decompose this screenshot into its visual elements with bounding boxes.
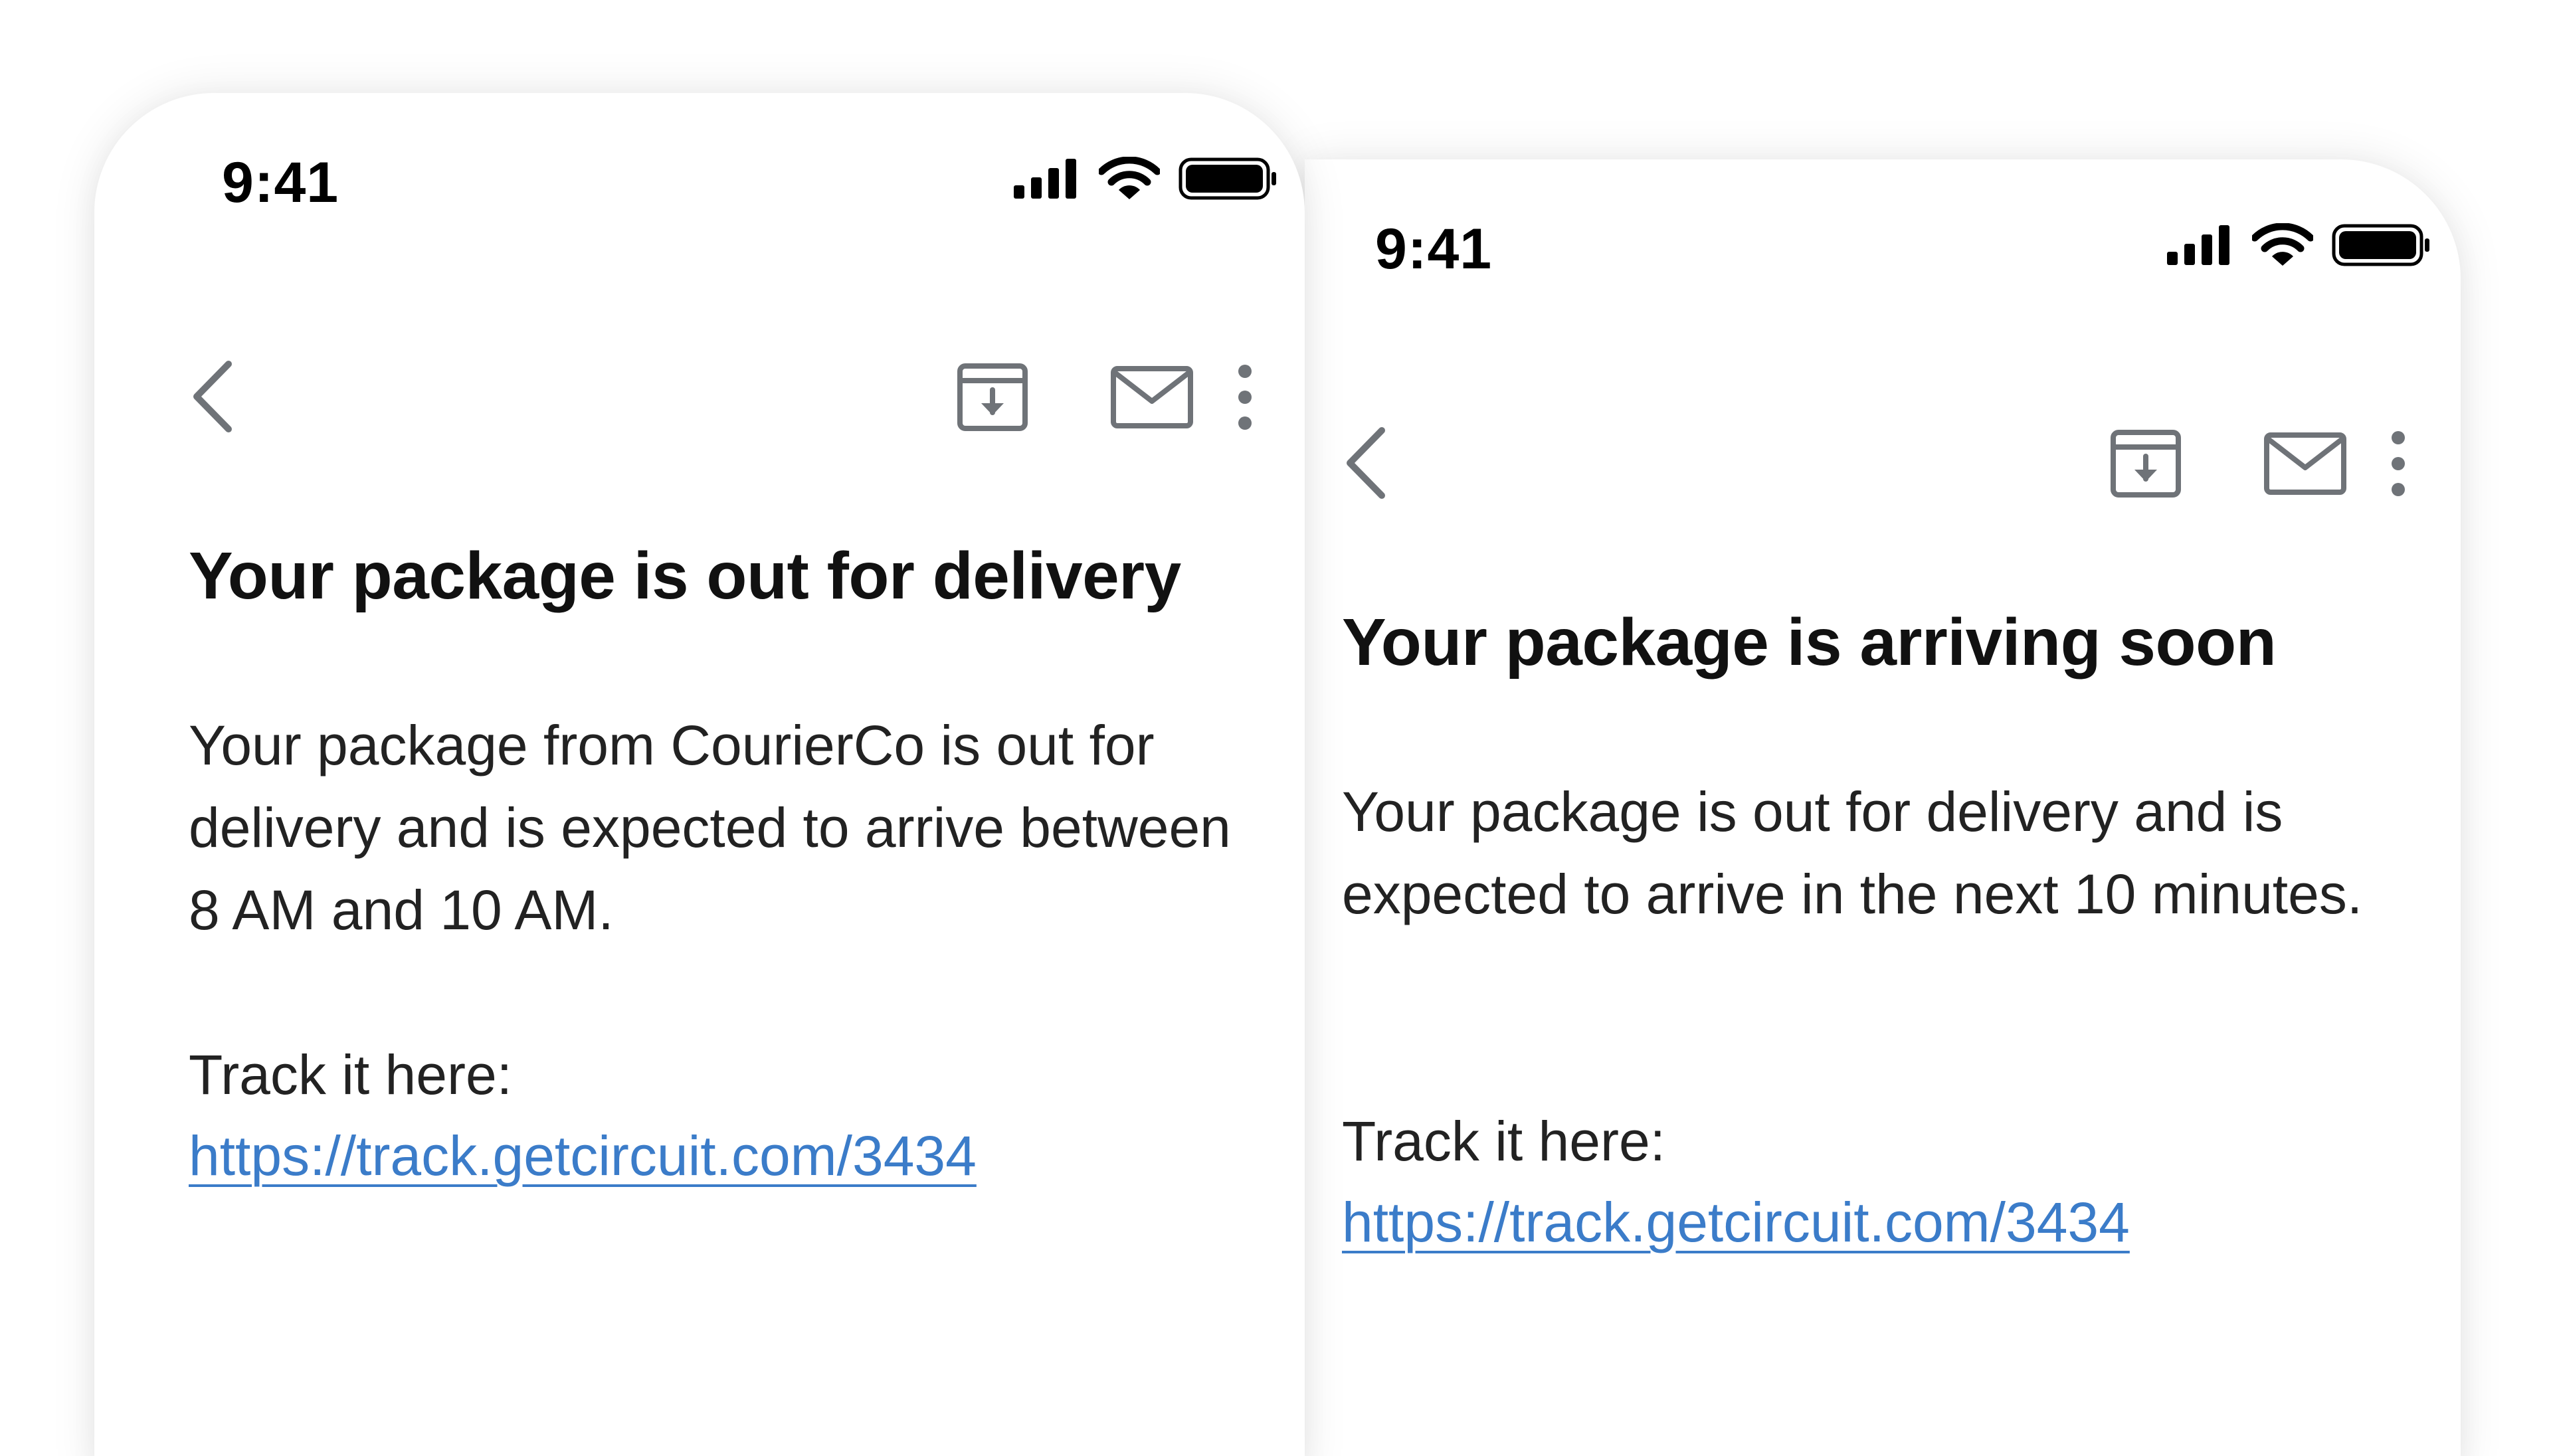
status-icons xyxy=(2167,223,2431,267)
archive-download-icon xyxy=(2111,430,2181,498)
archive-button[interactable] xyxy=(2106,424,2186,503)
envelope-icon xyxy=(2264,432,2346,495)
back-button[interactable] xyxy=(175,360,248,433)
stage: 9:41 Your package is out for delivery Yo… xyxy=(0,0,2551,1456)
battery-icon xyxy=(1179,157,1276,200)
track-label: Track it here: xyxy=(1342,1110,1666,1172)
wifi-icon xyxy=(1099,157,1160,199)
status-bar: 9:41 xyxy=(1342,159,2429,332)
email-body: Your package is out for delivery and is … xyxy=(1342,780,2363,925)
more-options-button[interactable] xyxy=(1225,357,1265,437)
archive-download-icon xyxy=(957,363,1028,431)
mark-unread-button[interactable] xyxy=(1105,357,1198,437)
cellular-signal-icon xyxy=(1014,159,1076,199)
email-toolbar xyxy=(1342,418,2405,511)
envelope-icon xyxy=(1111,366,1193,428)
track-label: Track it here: xyxy=(189,1044,513,1106)
status-bar: 9:41 xyxy=(189,93,1276,266)
email-subject: Your package is out for delivery xyxy=(189,539,1181,613)
chevron-left-icon xyxy=(1347,427,1385,499)
back-button[interactable] xyxy=(1329,426,1402,500)
tracking-link[interactable]: https://track.getcircuit.com/3434 xyxy=(189,1124,977,1188)
archive-button[interactable] xyxy=(953,357,1032,437)
email-body: Your package from CourierCo is out for d… xyxy=(189,714,1231,941)
phone-screen-arriving-soon: 9:41 Your package is arriving soon Your … xyxy=(1305,159,2461,1456)
mark-unread-button[interactable] xyxy=(2259,424,2352,503)
chevron-left-icon xyxy=(193,361,232,432)
wifi-icon xyxy=(2252,223,2313,266)
status-icons xyxy=(1014,157,1278,201)
more-vertical-icon xyxy=(1238,365,1252,430)
email-toolbar xyxy=(189,352,1252,445)
status-time: 9:41 xyxy=(1375,217,1493,281)
battery-icon xyxy=(2332,224,2429,266)
status-time: 9:41 xyxy=(222,151,339,215)
more-options-button[interactable] xyxy=(2378,424,2418,503)
tracking-link[interactable]: https://track.getcircuit.com/3434 xyxy=(1342,1190,2130,1255)
email-subject: Your package is arriving soon xyxy=(1342,605,2277,680)
more-vertical-icon xyxy=(2392,431,2405,496)
cellular-signal-icon xyxy=(2167,225,2229,265)
phone-screen-out-for-delivery: 9:41 Your package is out for delivery Yo… xyxy=(94,93,1305,1456)
